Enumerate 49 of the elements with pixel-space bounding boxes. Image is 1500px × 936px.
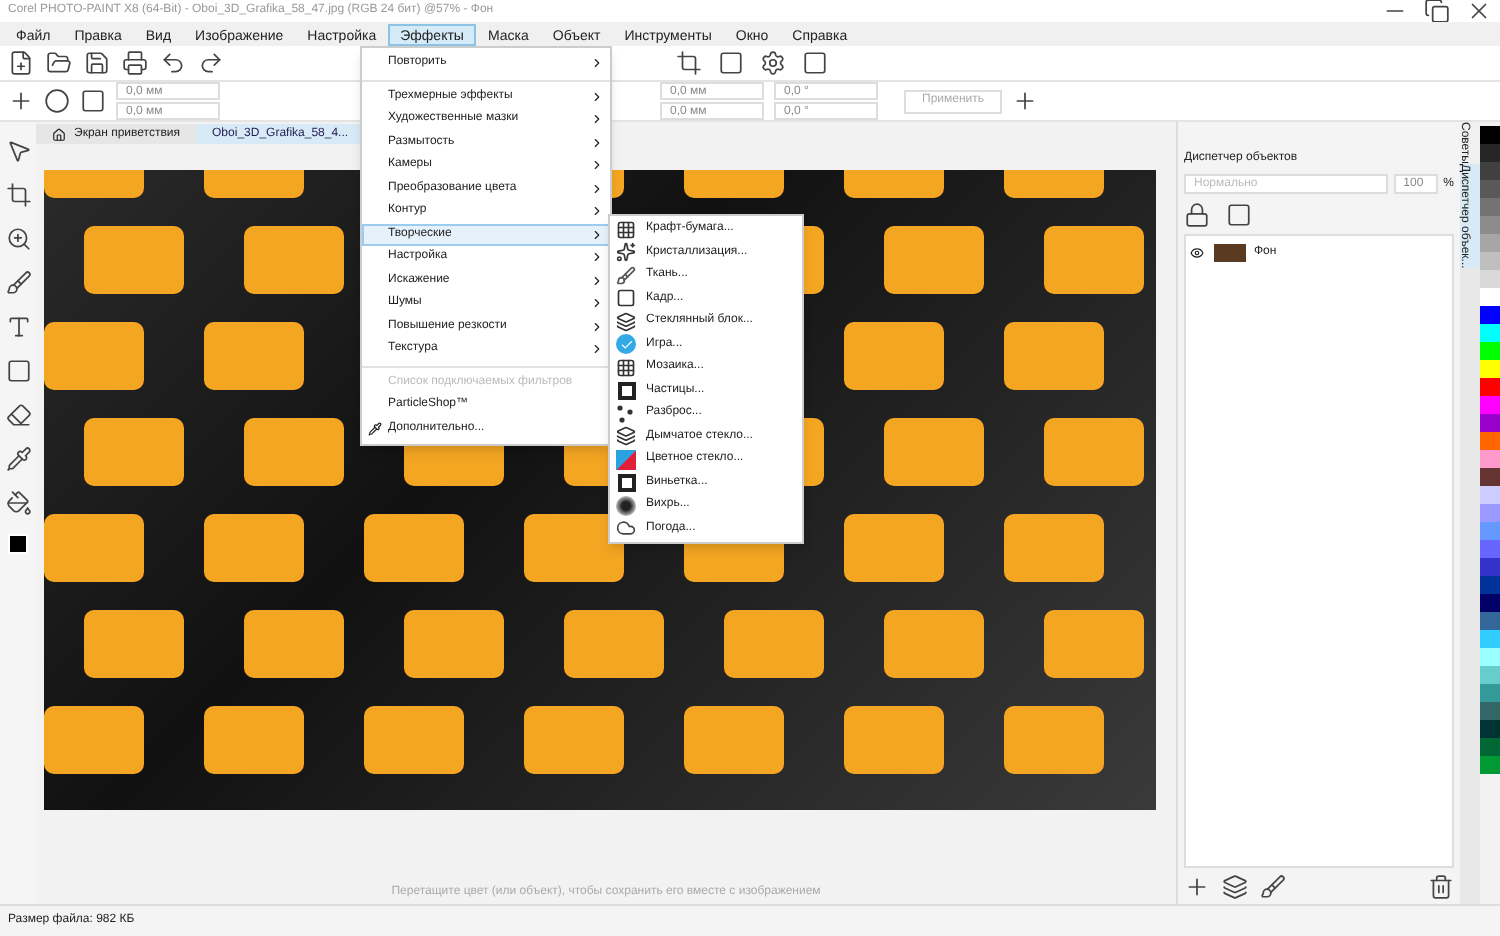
- dots-icon: [616, 403, 636, 424]
- close-icon[interactable]: [1466, 0, 1492, 24]
- text-icon[interactable]: [5, 314, 31, 340]
- redo-icon[interactable]: [198, 50, 224, 76]
- settings-icon[interactable]: [760, 50, 786, 76]
- swirl-icon: [616, 495, 636, 516]
- square-icon[interactable]: [80, 88, 106, 114]
- layers-icon[interactable]: [1222, 873, 1248, 899]
- folder-icon[interactable]: [46, 50, 72, 76]
- frame-icon: [616, 288, 636, 309]
- brush-icon: [616, 265, 636, 286]
- plugin-icon: [368, 421, 382, 436]
- grid-icon: [616, 219, 636, 240]
- eyedropper-icon[interactable]: [5, 446, 31, 472]
- brush-icon[interactable]: [5, 270, 31, 296]
- color-swatch-icon[interactable]: [8, 534, 28, 554]
- paint-bucket-icon[interactable]: [5, 490, 31, 516]
- glass-block-icon: [616, 311, 636, 332]
- delete-icon[interactable]: [1428, 873, 1454, 899]
- save-icon[interactable]: [84, 50, 110, 76]
- restore-icon[interactable]: [1424, 0, 1450, 24]
- glass-block-icon: [616, 426, 636, 447]
- frame-icon[interactable]: [718, 50, 744, 76]
- eraser-icon[interactable]: [5, 402, 31, 428]
- new-layer-icon[interactable]: [1184, 873, 1210, 899]
- undo-icon[interactable]: [160, 50, 186, 76]
- mask-icon[interactable]: [1226, 201, 1252, 227]
- circle-icon[interactable]: [44, 88, 70, 114]
- crop-icon[interactable]: [5, 182, 31, 208]
- square-icon: [617, 473, 635, 492]
- print-icon[interactable]: [122, 50, 148, 76]
- crop-icon[interactable]: [676, 50, 702, 76]
- zoom-icon[interactable]: [5, 226, 31, 252]
- add-icon[interactable]: [1012, 88, 1039, 114]
- square-icon: [617, 381, 635, 400]
- layer-thumbnail: [1214, 243, 1246, 261]
- window-icon[interactable]: [802, 50, 828, 76]
- home-icon: [52, 127, 66, 141]
- grid-icon: [616, 357, 636, 378]
- new-file-icon[interactable]: [8, 50, 34, 76]
- plus-icon[interactable]: [8, 88, 34, 114]
- rectangle-icon[interactable]: [5, 358, 31, 384]
- lock-icon[interactable]: [1184, 201, 1210, 227]
- colored-glass-icon: [616, 449, 636, 470]
- cloud-icon: [616, 518, 636, 539]
- sparkle-icon: [616, 242, 636, 263]
- edit-icon[interactable]: [1260, 873, 1286, 899]
- eye-icon[interactable]: [1190, 245, 1204, 259]
- pointer-icon[interactable]: [5, 138, 31, 164]
